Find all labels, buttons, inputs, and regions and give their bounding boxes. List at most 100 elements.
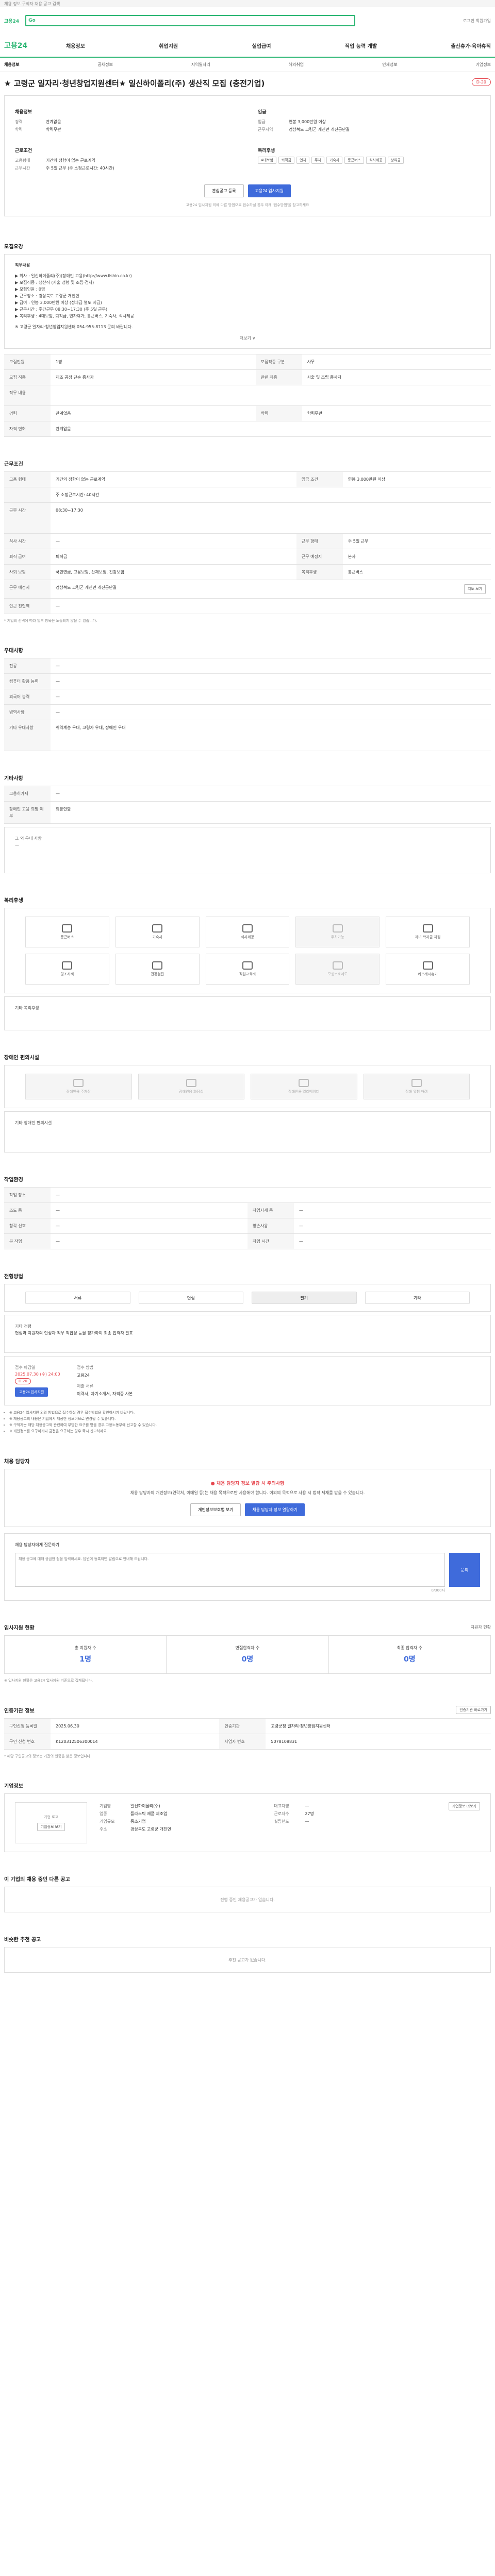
recommend-section: 비슷한 추천 공고 추천 공고가 없습니다. [4,1912,491,1973]
gnb-item[interactable]: 출산휴가·육아휴직 [451,42,491,49]
gnb-item[interactable]: 취업지원 [159,42,178,49]
card-label: 경조사비 [60,972,74,976]
selection-other-box: 기타 전형 면접과 지원자의 인성과 직무 적합성 등을 평가하여 최종 합격자 … [4,1315,491,1353]
dday-tag: D-20 [15,1378,31,1384]
cell-value: 경상북도 고령군 개진면 개진공단길 [56,585,117,590]
cell-key: 분 작업 [4,1233,51,1249]
disability-card: 장애인용 화장실 [138,1074,244,1099]
kv-key: 업종 [100,1811,107,1816]
gnb-item[interactable]: 실업급여 [252,42,271,49]
gnb-item[interactable]: 직업 능력 개발 [345,42,377,49]
subnav-item[interactable]: 공채정보 [97,62,112,67]
recruit-line: ▶ 근무장소 : 경상북도 고령군 개진면 [15,294,79,298]
stat-value: 0명 [404,1655,416,1664]
welfare-card: 경조사비 [25,954,109,985]
cell-key: 구인 신청 번호 [4,1734,51,1750]
other-label: 기타 전형 [15,1324,31,1329]
etc-table: 고용허가제 — 장애인 고용 희망 여부 희망안함 [4,786,491,824]
welfare-grid: 통근버스 기숙사 식사제공 주차가능 자녀 학자금 지원 경조사비 건강검진 직원교육비 모성보… [4,908,491,993]
gnb-item[interactable]: 채용정보 [66,42,85,49]
view-contact-button[interactable]: 채용 담당자 정보 열람하기 [245,1503,305,1516]
cell-value: 퇴직금 [51,549,296,565]
cert-link-button[interactable]: 인증기관 바로가기 [456,1706,491,1714]
cell-key: 사회 보험 [4,564,51,580]
inquiry-textarea[interactable] [15,1553,445,1587]
apply-note: 고용24 입사지원 외에 다른 방법으로 접수하실 경우 아래 '접수방법'을 … [186,203,309,207]
kv-key: 학력 [15,127,23,132]
like-button[interactable]: 관심공고 등록 [204,184,244,197]
inquiry-submit-button[interactable]: 문의 [449,1553,480,1587]
brand-logo[interactable]: 고용24 [4,40,66,50]
other-label: 기타 복리후생 [15,1006,39,1010]
apply-left: 접수 마감일 2025.07.30 (수) 24:00 D-20 고용24 입사… [15,1364,67,1398]
disability-grid: 장애인용 주차장 장애인용 화장실 장애인용 엘리베이터 장애 유형 배려 [4,1065,491,1108]
cell-key: 인근 전철역 [4,598,51,614]
summary-head: 근로조건 [15,148,32,154]
stat-value: 1명 [79,1655,91,1664]
cell-value: 사무 [302,354,491,370]
recruiter-section: 채용 담당자 ● 채용 담당자 정보 열람 시 주의사항 채용 담당자의 개인정… [4,1434,491,1601]
cell-key: 복리후생 [296,564,343,580]
empty-state: 진행 중인 채용공고가 없습니다. [4,1887,491,1912]
table-row: 식사 시간 — 근무 형태 주 5일 근무 [4,533,491,549]
cell-key: 청각 신호 [4,1218,51,1234]
map-button[interactable]: 지도 보기 [464,584,486,594]
recruit-box: 직무내용 ▶ 회사 : 일신하이폴리(주)(장애인 고용(http://www.… [4,254,491,349]
recruit-line: ▶ 모집직종 : 생산직 (사출 성형 및 조립·검사) [15,280,94,285]
subnav-item[interactable]: 해외취업 [289,62,304,67]
table-row: 구인신청 등록일 2025.06.30 인증기관 고령군청 일자리·청년창업지원센터 [4,1718,491,1734]
kv-key: 설립년도 [274,1819,289,1824]
more-button[interactable]: 더보기 ∨ [15,335,480,341]
subnav-item[interactable]: 인재정보 [382,62,397,67]
table-row: 기타 우대사항 취약계층 우대, 고령자 우대, 장애인 우대 [4,720,491,751]
gift-icon [62,961,73,970]
scholarship-icon [422,924,433,933]
table-row: 사회 보험 국민연금, 고용보험, 산재보험, 건강보험 복리후생 통근버스 [4,564,491,580]
subnav-item[interactable]: 기업정보 [476,62,491,67]
cell-key: 전공 [4,658,51,674]
cell-value: — [51,704,491,720]
welfare-card: 모성보호제도 [295,954,380,985]
company-info-button[interactable]: 기업정보 보기 [37,1823,65,1831]
warning-title-text: 채용 담당자 정보 열람 시 주의사항 [216,1481,285,1486]
apply-notes: ※ 고용24 입사지원 외의 방법으로 접수하실 경우 접수방법을 확인하시기 … [4,1410,491,1434]
dday-badge: D-20 [471,78,491,86]
privacy-law-button[interactable]: 개인정보보호법 보기 [190,1503,241,1516]
recruit-line: 직무내용 [15,263,30,267]
work-table: 고용 형태 기간의 정함이 없는 근로계약 임금 조건 연봉 3,000만원 이상 주… [4,471,491,614]
card-label: 모성보호제도 [327,972,348,976]
subnav-item[interactable]: 채용정보 [4,62,19,67]
welfare-other-box: 기타 복리후생 [4,996,491,1030]
kv-key: 근로자수 [274,1811,289,1816]
table-row: 직무 내용 [4,385,491,406]
apply-button[interactable]: 고용24 입사지원 [248,184,291,197]
cell-key: 근무 시간 [4,502,51,534]
cell-key: 장애인 고용 희망 여부 [4,801,51,824]
kv-value: 기간의 정함이 없는 근로계약 [46,158,95,163]
subnav-item[interactable]: 지역일자리 [191,62,210,67]
cell-value: — [51,1187,491,1203]
logo-alt: 기업 로고 [44,1815,58,1819]
kv-value: 27명 [305,1811,314,1816]
util-links[interactable]: 로그인 회원가입 [463,18,491,24]
card-label: 건강검진 [151,972,164,976]
company-more-button[interactable]: 기업정보 더보기 [448,1802,480,1810]
gnb-menu: 채용정보 취업지원 실업급여 직업 능력 개발 출산휴가·육아휴직 [66,42,491,49]
summary-head: 임금 [258,110,267,115]
table-row: 모집인원 1명 모집직종 구분 사무 [4,354,491,370]
top-strip: 채용 정보 구직자 채용 공고 검색 [0,0,495,7]
status-link[interactable]: 지원자 현황 [471,1624,491,1630]
apply-button-2[interactable]: 고용24 입사지원 [15,1387,48,1397]
disability-card: 장애 유형 배려 [363,1074,470,1099]
cell-key: 기타 우대사항 [4,720,51,751]
logo-small[interactable]: 고용24 [4,18,19,24]
section-title: 기타사항 [4,776,23,782]
cell-key: 모집 직종 [4,369,51,385]
card-label: 장애 유형 배려 [405,1090,428,1094]
section-title: 입사지원 현황 [4,1625,35,1631]
job-title: ★ 고령군 일자리·청년창업지원센터★ 일신하이폴리(주) 생산직 모집 (충전… [4,79,265,88]
kv-value: 중소기업 [130,1819,146,1824]
search-box[interactable]: Go [25,15,356,26]
search-input[interactable] [38,18,353,23]
section-title: 이 기업의 채용 중인 다른 공고 [4,1877,70,1883]
